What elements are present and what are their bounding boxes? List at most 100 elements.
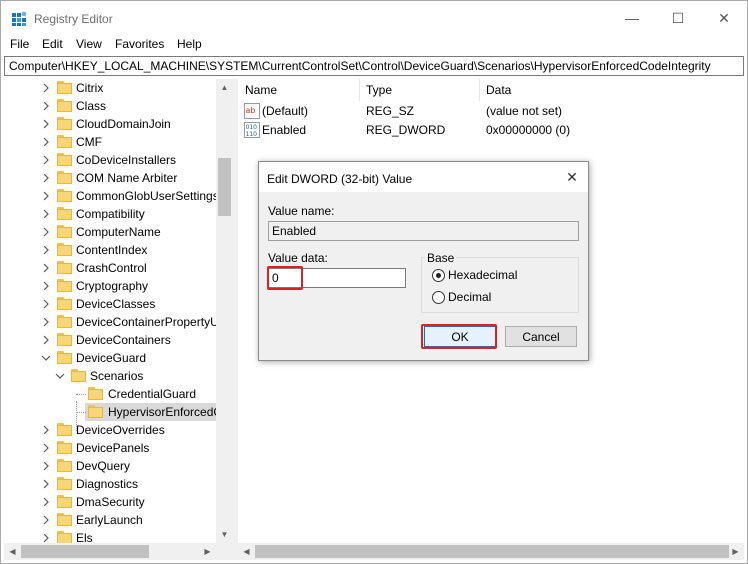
decimal-label[interactable]: Decimal	[448, 290, 491, 304]
chevron-right-icon[interactable]	[41, 497, 51, 507]
address-bar[interactable]: Computer\HKEY_LOCAL_MACHINE\SYSTEM\Curre…	[4, 56, 744, 76]
tree-item-label[interactable]: CoDeviceInstallers	[76, 153, 176, 167]
tree-item-label[interactable]: DeviceContainers	[76, 333, 171, 347]
chevron-right-icon[interactable]	[41, 263, 51, 273]
menu-help[interactable]: Help	[177, 37, 202, 51]
tree-vertical-scrollbar[interactable]: ▲ ▼	[216, 79, 233, 543]
scroll-right-icon[interactable]: ▶	[199, 543, 216, 560]
chevron-right-icon[interactable]	[41, 479, 51, 489]
tree-item-label[interactable]: COM Name Arbiter	[76, 171, 177, 185]
value-data: (value not set)	[486, 104, 563, 118]
tree-item-label[interactable]: DmaSecurity	[76, 495, 145, 509]
chevron-right-icon[interactable]	[41, 227, 51, 237]
chevron-right-icon[interactable]	[41, 461, 51, 471]
base-label: Base	[425, 251, 457, 265]
chevron-right-icon[interactable]	[41, 191, 51, 201]
menu-file[interactable]: File	[10, 37, 29, 51]
tree-hscroll-thumb[interactable]	[21, 545, 149, 558]
folder-icon	[57, 99, 72, 112]
tree-item-label[interactable]: DeviceOverrides	[76, 423, 165, 437]
tree-item-label[interactable]: CMF	[76, 135, 102, 149]
maximize-icon: ☐	[671, 9, 685, 26]
tree-item-label[interactable]: CrashControl	[76, 261, 147, 275]
hexadecimal-radio[interactable]	[432, 269, 445, 282]
chevron-right-icon[interactable]	[41, 281, 51, 291]
tree-item-label[interactable]: DeviceGuard	[76, 351, 146, 365]
scroll-up-icon[interactable]: ▲	[216, 79, 233, 96]
close-button[interactable]: ✕	[701, 1, 747, 35]
folder-icon	[57, 297, 72, 310]
tree-item-label[interactable]: Cryptography	[76, 279, 148, 293]
scroll-right-icon[interactable]: ▶	[727, 543, 744, 560]
chevron-right-icon[interactable]	[41, 245, 51, 255]
tree-item-label[interactable]: HypervisorEnforcedC	[108, 405, 222, 419]
chevron-right-icon[interactable]	[41, 443, 51, 453]
tree-item-label[interactable]: DeviceContainerPropertyU	[76, 315, 219, 329]
tree-item-label[interactable]: Citrix	[76, 81, 103, 95]
tree-item-label[interactable]: Scenarios	[90, 369, 143, 383]
cancel-button[interactable]: Cancel	[505, 326, 577, 347]
tree-item-label[interactable]: Els	[76, 531, 93, 543]
tree-item-label[interactable]: Compatibility	[76, 207, 145, 221]
list-hscroll-thumb[interactable]	[255, 545, 729, 558]
folder-icon	[57, 315, 72, 328]
scroll-down-icon[interactable]: ▼	[216, 526, 233, 543]
list-horizontal-scrollbar[interactable]: ◀ ▶	[238, 543, 744, 560]
dialog-title: Edit DWORD (32-bit) Value	[267, 172, 413, 186]
tree-item-label[interactable]: CloudDomainJoin	[76, 117, 171, 131]
list-row-enabled[interactable]: 010 110 Enabled REG_DWORD 0x00000000 (0)	[238, 121, 738, 140]
menu-view[interactable]: View	[76, 37, 102, 51]
chevron-right-icon[interactable]	[41, 209, 51, 219]
scroll-left-icon[interactable]: ◀	[4, 543, 21, 560]
tree-item-label[interactable]: Class	[76, 99, 106, 113]
tree-item-label[interactable]: Diagnostics	[76, 477, 138, 491]
chevron-right-icon[interactable]	[41, 101, 51, 111]
dialog-title-bar: Edit DWORD (32-bit) Value ✕	[259, 162, 588, 192]
tree-item-label[interactable]: ContentIndex	[76, 243, 147, 257]
close-icon: ✕	[566, 168, 578, 185]
menu-edit[interactable]: Edit	[42, 37, 63, 51]
column-separator[interactable]	[359, 79, 360, 101]
chevron-right-icon[interactable]	[41, 83, 51, 93]
column-type[interactable]: Type	[366, 79, 392, 101]
tree-horizontal-scrollbar[interactable]: ◀ ▶	[4, 543, 233, 560]
list-row-default[interactable]: ab (Default) REG_SZ (value not set)	[238, 102, 738, 121]
maximize-button[interactable]: ☐	[655, 1, 701, 35]
chevron-down-icon[interactable]	[55, 371, 65, 381]
key-tree: Citrix Class CloudDomainJoin CMF CoDeviceIns…	[4, 79, 233, 543]
column-name[interactable]: Name	[245, 79, 277, 101]
hexadecimal-label[interactable]: Hexadecimal	[448, 268, 517, 282]
chevron-right-icon[interactable]	[41, 335, 51, 345]
dialog-close-button[interactable]: ✕	[560, 166, 584, 188]
value-name-label: Value name:	[268, 204, 335, 218]
svg-text:010: 010	[246, 124, 258, 131]
tree-item-label[interactable]: CredentialGuard	[108, 387, 196, 401]
tree-item-label[interactable]: DeviceClasses	[76, 297, 155, 311]
chevron-right-icon[interactable]	[41, 137, 51, 147]
tree-item-label[interactable]: CommonGlobUserSettings	[76, 189, 219, 203]
minimize-button[interactable]: —	[609, 1, 655, 35]
chevron-right-icon[interactable]	[41, 299, 51, 309]
chevron-right-icon[interactable]	[41, 173, 51, 183]
column-data[interactable]: Data	[486, 79, 511, 101]
folder-icon	[57, 207, 72, 220]
folder-icon	[57, 513, 72, 526]
chevron-down-icon[interactable]	[41, 353, 51, 363]
tree-item-label[interactable]: EarlyLaunch	[76, 513, 143, 527]
chevron-right-icon[interactable]	[41, 155, 51, 165]
chevron-right-icon[interactable]	[41, 317, 51, 327]
tree-item-label[interactable]: DevicePanels	[76, 441, 149, 455]
scroll-left-icon[interactable]: ◀	[238, 543, 255, 560]
decimal-radio[interactable]	[432, 291, 445, 304]
close-icon: ✕	[718, 9, 730, 26]
chevron-right-icon[interactable]	[41, 425, 51, 435]
chevron-right-icon[interactable]	[41, 515, 51, 525]
tree-item-label[interactable]: ComputerName	[76, 225, 161, 239]
column-separator[interactable]	[479, 79, 480, 101]
menu-favorites[interactable]: Favorites	[115, 37, 164, 51]
chevron-right-icon[interactable]	[41, 119, 51, 129]
tree-scroll-thumb[interactable]	[218, 158, 231, 216]
folder-icon	[57, 531, 72, 543]
tree-item-label[interactable]: DevQuery	[76, 459, 130, 473]
chevron-right-icon[interactable]	[41, 533, 51, 543]
